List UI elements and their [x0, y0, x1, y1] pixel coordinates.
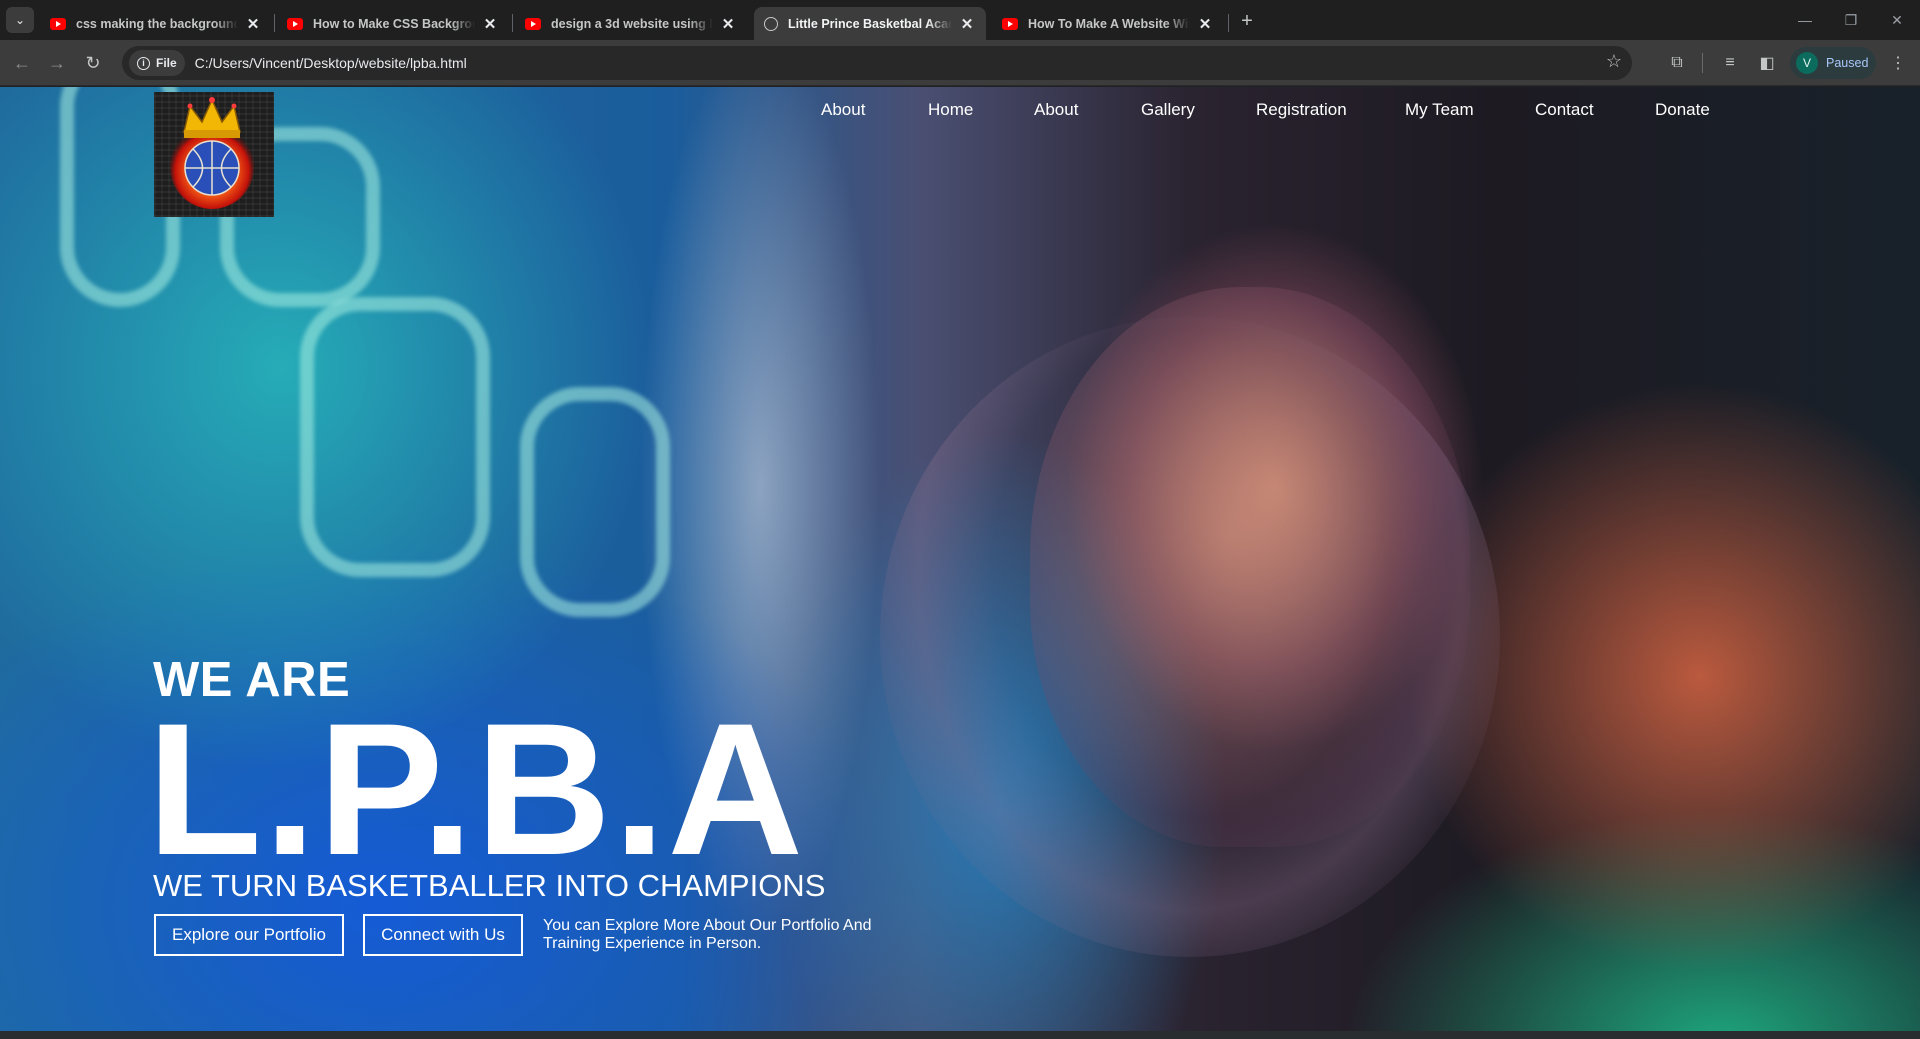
media-controls-button[interactable]: ≡	[1716, 49, 1744, 77]
bookmark-star-icon[interactable]: ☆	[1606, 51, 1622, 72]
nav-link-contact[interactable]: Contact	[1535, 100, 1594, 120]
minimize-icon: —	[1798, 12, 1812, 28]
reload-icon: ↻	[85, 52, 101, 73]
info-icon: i	[137, 56, 150, 70]
connect-with-us-button[interactable]: Connect with Us	[363, 914, 523, 956]
puzzle-icon: ⧉	[1671, 54, 1683, 71]
profile-button[interactable]: V Paused	[1790, 47, 1876, 79]
close-icon: ✕	[1891, 11, 1903, 28]
address-bar[interactable]: i File C:/Users/Vincent/Desktop/website/…	[122, 46, 1632, 80]
nav-link-about[interactable]: About	[821, 100, 865, 120]
nav-link-home[interactable]: Home	[928, 100, 973, 120]
browser-tab[interactable]: How to Make CSS Background ✕	[277, 7, 509, 40]
explore-portfolio-button[interactable]: Explore our Portfolio	[154, 914, 344, 956]
portrait-face	[1030, 287, 1470, 847]
main-nav: About Home About Gallery Registration My…	[0, 100, 1920, 122]
nav-link-gallery[interactable]: Gallery	[1141, 100, 1195, 120]
arrow-right-icon: →	[48, 52, 66, 73]
url-text[interactable]: C:/Users/Vincent/Desktop/website/lpba.ht…	[195, 55, 467, 71]
media-queue-icon: ≡	[1725, 54, 1735, 71]
youtube-icon	[525, 17, 541, 30]
youtube-icon	[50, 17, 66, 30]
site-info-label: File	[156, 56, 177, 70]
browser-tab[interactable]: How To Make A Website With ✕	[992, 7, 1224, 40]
browser-tab[interactable]: css making the background of ✕	[40, 7, 272, 40]
nav-link-my-team[interactable]: My Team	[1405, 100, 1474, 120]
new-tab-button[interactable]: +	[1234, 8, 1260, 34]
restore-button[interactable]: ❐	[1828, 0, 1874, 40]
arrow-left-icon: ←	[13, 52, 31, 73]
minimize-button[interactable]: —	[1782, 0, 1828, 40]
back-button[interactable]: ←	[8, 49, 36, 77]
kebab-menu-icon: ⋮	[1890, 55, 1906, 72]
profile-status: Paused	[1826, 56, 1869, 70]
window-close-button[interactable]: ✕	[1874, 0, 1920, 40]
side-panel-icon: ◧	[1759, 55, 1775, 72]
forward-button[interactable]: →	[43, 49, 71, 77]
close-icon[interactable]: ✕	[244, 15, 262, 33]
chevron-down-icon: ⌄	[14, 13, 26, 27]
browser-toolbar: ← → ↻ i File C:/Users/Vincent/Desktop/we…	[0, 40, 1920, 86]
plus-icon: +	[1241, 9, 1253, 32]
nav-link-about-2[interactable]: About	[1034, 100, 1078, 120]
tab-divider	[274, 14, 275, 32]
avatar: V	[1796, 52, 1818, 74]
tab-title: Little Prince Basketbal Academ	[788, 16, 952, 31]
site-info-chip[interactable]: i File	[129, 50, 185, 76]
browser-tab-strip: ⌄ css making the background of ✕ How to …	[0, 0, 1920, 40]
neon-light-decor	[520, 387, 670, 617]
tab-title: How to Make CSS Background	[313, 16, 475, 31]
toolbar-divider	[1702, 53, 1703, 73]
youtube-icon	[1002, 17, 1018, 30]
side-panel-button[interactable]: ◧	[1753, 49, 1781, 77]
neon-light-decor	[300, 297, 490, 577]
tab-title: design a 3d website using htm	[551, 16, 713, 31]
extensions-button[interactable]: ⧉	[1663, 49, 1691, 77]
nav-link-registration[interactable]: Registration	[1256, 100, 1347, 120]
close-icon[interactable]: ✕	[1196, 15, 1214, 33]
hero-tagline: WE TURN BASKETBALLER INTO CHAMPIONS	[153, 868, 826, 903]
tab-search-button[interactable]: ⌄	[6, 7, 34, 33]
reload-button[interactable]: ↻	[79, 49, 107, 77]
page-bottom-edge	[0, 1031, 1920, 1039]
youtube-icon	[287, 17, 303, 30]
tab-title: css making the background of	[76, 16, 238, 31]
browser-menu-button[interactable]: ⋮	[1884, 49, 1912, 77]
restore-icon: ❐	[1844, 11, 1858, 28]
globe-icon	[764, 16, 778, 31]
tab-divider	[1228, 14, 1229, 32]
tab-divider	[512, 14, 513, 32]
browser-tab-active[interactable]: Little Prince Basketbal Academ ✕	[754, 7, 986, 40]
nav-link-donate[interactable]: Donate	[1655, 100, 1710, 120]
tab-title: How To Make A Website With	[1028, 16, 1190, 31]
close-icon[interactable]: ✕	[719, 15, 737, 33]
close-icon[interactable]: ✕	[481, 15, 499, 33]
close-icon[interactable]: ✕	[958, 15, 976, 33]
browser-tab[interactable]: design a 3d website using htm ✕	[515, 7, 747, 40]
hero-title: L.P.B.A	[147, 684, 806, 894]
hero-description: You can Explore More About Our Portfolio…	[543, 917, 872, 952]
